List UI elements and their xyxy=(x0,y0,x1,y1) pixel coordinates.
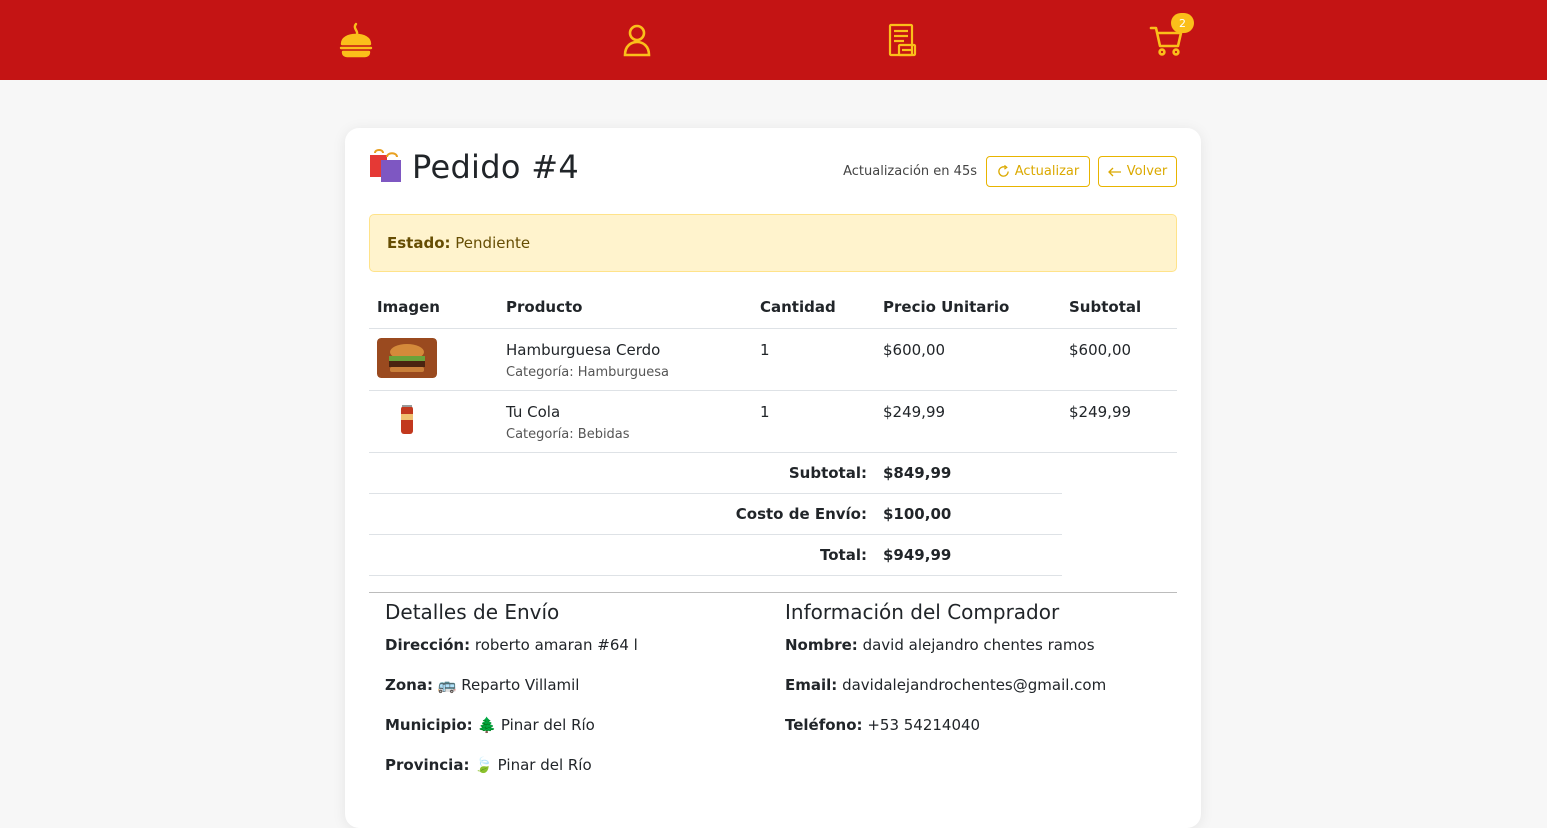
header-image: Imagen xyxy=(377,298,440,316)
product-cell: Tu Cola Categoría: Bebidas xyxy=(506,403,630,442)
buyer-name: Nombre: david alejandro chentes ramos xyxy=(785,636,1095,654)
buyer-email: Email: davidalejandrochentes@gmail.com xyxy=(785,676,1106,694)
soda-can-thumbnail xyxy=(377,400,437,440)
summary-total-row: Total: $949,99 xyxy=(369,535,1062,576)
page-header: Pedido #4 xyxy=(369,148,579,186)
arrow-left-icon xyxy=(1107,167,1121,176)
summary-value: $100,00 xyxy=(883,505,952,523)
header-unit-price: Precio Unitario xyxy=(883,298,1010,316)
shipping-province: Provincia: 🍃 Pinar del Río xyxy=(385,756,592,774)
header-product: Producto xyxy=(506,298,583,316)
summary-shipping-row: Costo de Envío: $100,00 xyxy=(369,494,1062,535)
shipping-zone: Zona: 🚌 Reparto Villamil xyxy=(385,676,579,694)
summary-value: $949,99 xyxy=(883,546,952,564)
quantity-cell: 1 xyxy=(760,341,770,359)
summary-label: Total: xyxy=(820,546,867,564)
refresh-icon xyxy=(998,165,1009,177)
shopping-bags-icon xyxy=(370,149,401,182)
province-value: 🍃 Pinar del Río xyxy=(474,756,592,774)
top-navbar: 2 xyxy=(0,0,1547,80)
address-label: Dirección: xyxy=(385,636,471,654)
back-label: Volver xyxy=(1126,164,1168,179)
back-button[interactable]: Volver xyxy=(1098,156,1177,187)
status-value: Pendiente xyxy=(455,234,531,252)
status-label: Estado: xyxy=(387,234,451,252)
email-label: Email: xyxy=(785,676,838,694)
buyer-title: Información del Comprador xyxy=(785,600,1060,624)
product-cell: Hamburguesa Cerdo Categoría: Hamburguesa xyxy=(506,341,669,380)
shipping-address: Dirección: roberto amaran #64 l xyxy=(385,636,638,654)
refresh-button[interactable]: Actualizar xyxy=(986,156,1090,187)
burger-thumbnail xyxy=(377,338,437,378)
page-title: Pedido #4 xyxy=(412,148,579,186)
province-label: Provincia: xyxy=(385,756,470,774)
summary-label: Costo de Envío: xyxy=(735,505,867,523)
table-row: Hamburguesa Cerdo Categoría: Hamburguesa… xyxy=(369,329,1177,391)
subtotal-cell: $600,00 xyxy=(1069,341,1132,359)
header-subtotal: Subtotal xyxy=(1069,298,1142,316)
table-header: Imagen Producto Cantidad Precio Unitario… xyxy=(369,288,1177,329)
email-value: davidalejandrochentes@gmail.com xyxy=(842,676,1107,694)
product-category: Categoría: Bebidas xyxy=(506,427,630,442)
table-row: Tu Cola Categoría: Bebidas 1 $249,99 $24… xyxy=(369,391,1177,453)
user-icon[interactable] xyxy=(614,18,658,62)
status-alert: Estado: Pendiente xyxy=(369,214,1177,272)
summary-subtotal-row: Subtotal: $849,99 xyxy=(369,453,1062,494)
shipping-title: Detalles de Envío xyxy=(385,600,560,624)
address-value: roberto amaran #64 l xyxy=(474,636,638,654)
summary-label: Subtotal: xyxy=(788,464,867,482)
refresh-countdown: Actualización en 45s xyxy=(843,164,977,179)
name-label: Nombre: xyxy=(785,636,858,654)
unit-price-cell: $600,00 xyxy=(883,341,946,359)
header-quantity: Cantidad xyxy=(760,298,836,316)
municipality-label: Municipio: xyxy=(385,716,473,734)
quantity-cell: 1 xyxy=(760,403,770,421)
refresh-label: Actualizar xyxy=(1014,164,1080,179)
municipality-value: 🌲 Pinar del Río xyxy=(477,716,595,734)
receipt-icon[interactable] xyxy=(880,18,924,62)
product-category: Categoría: Hamburguesa xyxy=(506,365,670,380)
subtotal-cell: $249,99 xyxy=(1069,403,1132,421)
order-card: Pedido #4 Actualización en 45s Actualiza… xyxy=(345,128,1201,828)
zone-label: Zona: xyxy=(385,676,433,694)
name-value: david alejandro chentes ramos xyxy=(862,636,1095,654)
zone-value: 🚌 Reparto Villamil xyxy=(437,676,580,694)
unit-price-cell: $249,99 xyxy=(883,403,946,421)
summary-value: $849,99 xyxy=(883,464,952,482)
phone-label: Teléfono: xyxy=(785,716,863,734)
burger-flame-icon[interactable] xyxy=(334,18,378,62)
phone-value: +53 54214040 xyxy=(867,716,981,734)
cart-count-badge: 2 xyxy=(1171,13,1194,33)
section-divider xyxy=(369,592,1177,593)
buyer-phone: Teléfono: +53 54214040 xyxy=(785,716,980,734)
product-name: Tu Cola xyxy=(506,403,561,421)
product-name: Hamburguesa Cerdo xyxy=(506,341,661,359)
shipping-municipality: Municipio: 🌲 Pinar del Río xyxy=(385,716,595,734)
